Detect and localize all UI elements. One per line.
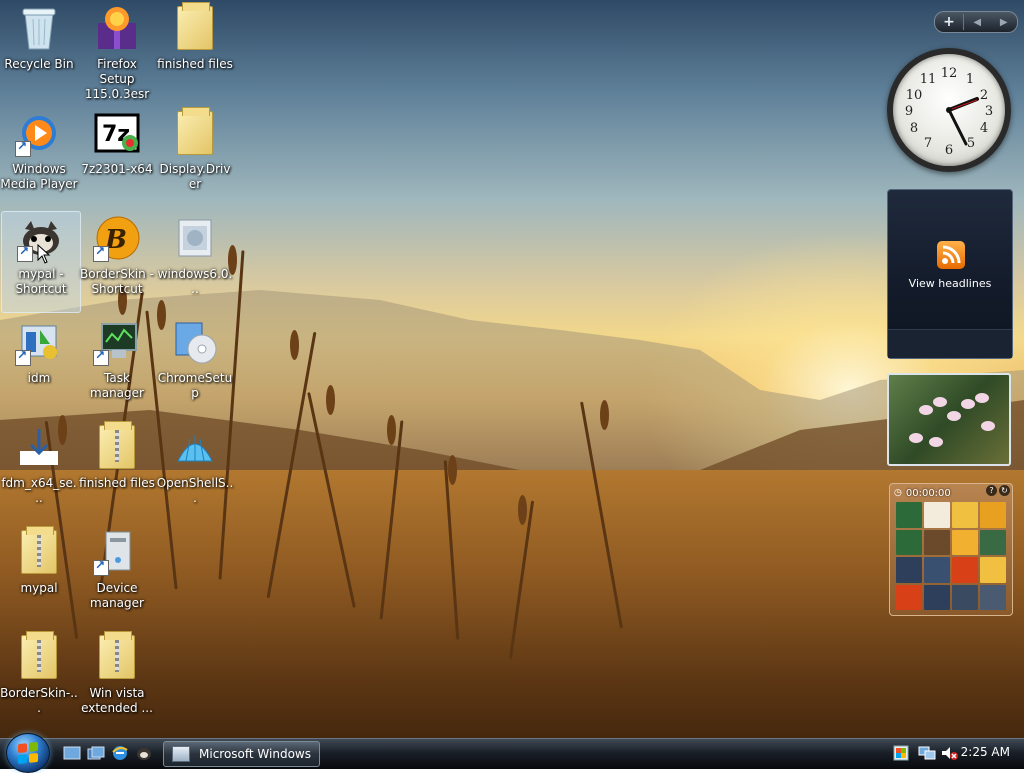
idm-label: idm — [27, 371, 51, 385]
windows-media-player-label: Windows Media Player — [0, 162, 78, 191]
fdm-label: fdm_x64_se... — [1, 476, 77, 505]
download-manager-icon — [15, 318, 63, 366]
feed-headlines-gadget[interactable]: View headlines — [887, 189, 1013, 359]
zip-folder-icon — [93, 421, 141, 471]
chromesetup-label: ChromeSetup — [157, 371, 233, 400]
borderskin-shortcut-label: BorderSkin - Shortcut — [80, 267, 154, 296]
puzzle-tiles[interactable] — [896, 502, 1006, 610]
win-vista-extended-label: Win vista extended ... — [81, 686, 153, 715]
borderskin-icon: B — [93, 214, 141, 262]
svg-text:2: 2 — [980, 88, 988, 103]
security-center-icon[interactable] — [893, 745, 909, 761]
next-page-icon[interactable]: ▶ — [1000, 17, 1008, 28]
raccoon-browser-icon[interactable] — [134, 743, 154, 763]
svg-text:12: 12 — [941, 66, 958, 81]
folder-icon — [171, 107, 219, 157]
computer-tower-icon — [93, 528, 141, 576]
svg-text:4: 4 — [980, 121, 988, 136]
firefox-setup-label: Firefox Setup 115.0.3esr — [84, 57, 150, 101]
finished-files-label: finished files — [79, 476, 155, 490]
openshell-label: OpenShellS... — [156, 476, 234, 505]
volume-muted-icon[interactable] — [940, 745, 958, 761]
seashell-icon — [171, 423, 219, 471]
7zip-label: 7z2301-x64 — [81, 162, 153, 176]
zip-folder-icon — [15, 526, 63, 576]
refresh-icon[interactable]: ↻ — [999, 485, 1010, 496]
svg-text:8: 8 — [910, 121, 918, 136]
mypal-label: mypal — [20, 581, 58, 595]
update-package-icon — [171, 214, 219, 262]
svg-text:3: 3 — [985, 104, 993, 119]
7zip-installer-icon: 7z — [93, 109, 141, 157]
rss-icon — [937, 241, 965, 269]
picture-puzzle-gadget[interactable]: ◷ 00:00:00 ? ↻ — [889, 483, 1013, 616]
zip-folder-icon — [15, 631, 63, 681]
7zip-icon-item[interactable]: 7z 7z2301-x64 — [78, 107, 156, 207]
win-vista-extended-zip-item[interactable]: Win vista extended ... — [78, 631, 156, 731]
window-icon — [172, 746, 190, 762]
installer-disc-icon — [171, 318, 219, 366]
download-arrow-icon — [15, 423, 63, 471]
recycle-bin-icon-item[interactable]: Recycle Bin — [0, 2, 78, 102]
show-desktop-icon[interactable] — [62, 743, 82, 763]
task-manager-icon-item[interactable]: Task manager — [78, 316, 156, 416]
svg-text:5: 5 — [967, 136, 975, 151]
taskbar-clock[interactable]: 2:25 AM — [961, 745, 1010, 759]
windows6-update-icon-item[interactable]: windows6.0... — [156, 212, 234, 312]
mypal-shortcut-label: mypal - Shortcut — [15, 267, 67, 296]
taskbar-window-button[interactable]: Microsoft Windows — [163, 741, 320, 767]
borderskin-zip-item[interactable]: BorderSkin-... — [0, 631, 78, 731]
display-driver-label: Display.Driver — [159, 162, 231, 191]
firefox-installer-icon — [93, 4, 141, 52]
recycle-bin-label: Recycle Bin — [4, 57, 74, 71]
start-button[interactable] — [6, 733, 50, 773]
windows-media-player-icon-item[interactable]: Windows Media Player — [0, 107, 78, 207]
windows6-label: windows6.0... — [157, 267, 233, 296]
windows-flag-icon — [18, 741, 38, 765]
svg-text:6: 6 — [945, 143, 953, 158]
firefox-setup-icon-item[interactable]: Firefox Setup 115.0.3esr — [78, 2, 156, 102]
display-driver-folder-item[interactable]: Display.Driver — [156, 107, 234, 207]
previous-page-icon[interactable]: ◀ — [973, 17, 981, 28]
sidebar-controls: + ◀ ▶ — [934, 11, 1018, 33]
slideshow-gadget[interactable] — [887, 373, 1011, 466]
chromesetup-icon-item[interactable]: ChromeSetup — [156, 316, 234, 416]
mypal-zip-item[interactable]: mypal — [0, 526, 78, 626]
taskbar-window-label: Microsoft Windows — [199, 747, 311, 761]
timer-icon: ◷ — [894, 488, 902, 498]
clock-gadget[interactable]: 12 1 2 345 678 9 10 11 — [887, 48, 1011, 172]
task-manager-label: Task manager — [90, 371, 144, 400]
help-icon[interactable]: ? — [986, 485, 997, 496]
clock-dial: 12 12 345 678 91011 — [905, 66, 993, 158]
network-icon[interactable] — [918, 745, 936, 761]
openshell-icon-item[interactable]: OpenShellS... — [156, 421, 234, 521]
puzzle-timer: 00:00:00 — [905, 487, 951, 499]
view-headlines-link[interactable]: View headlines — [888, 277, 1012, 290]
svg-text:9: 9 — [905, 104, 913, 119]
finished-files-label: finished files — [157, 57, 233, 71]
idm-icon-item[interactable]: idm — [0, 316, 78, 416]
recycle-bin-icon — [15, 4, 63, 52]
device-manager-label: Device manager — [90, 581, 144, 610]
borderskin-shortcut-icon-item[interactable]: B BorderSkin - Shortcut — [78, 212, 156, 312]
feed-footer — [888, 329, 1012, 358]
finished-files-folder-item[interactable]: finished files — [156, 2, 234, 102]
device-manager-icon-item[interactable]: Device manager — [78, 526, 156, 626]
folder-icon — [171, 2, 219, 52]
svg-text:10: 10 — [906, 88, 923, 103]
svg-text:7: 7 — [924, 136, 932, 151]
borderskin-zip-label: BorderSkin-... — [0, 686, 78, 715]
minute-hand — [947, 108, 968, 146]
finished-files-zip-item[interactable]: finished files — [78, 421, 156, 521]
add-gadget-button[interactable]: + — [935, 14, 964, 30]
svg-text:11: 11 — [920, 72, 937, 87]
switch-windows-icon[interactable] — [86, 743, 106, 763]
zip-folder-icon — [93, 631, 141, 681]
monitor-chart-icon — [93, 318, 141, 366]
mouse-cursor-icon — [37, 244, 51, 264]
fdm-installer-icon-item[interactable]: fdm_x64_se... — [0, 421, 78, 521]
internet-explorer-icon[interactable] — [110, 743, 130, 763]
svg-text:1: 1 — [966, 72, 974, 87]
media-player-icon — [15, 109, 63, 157]
